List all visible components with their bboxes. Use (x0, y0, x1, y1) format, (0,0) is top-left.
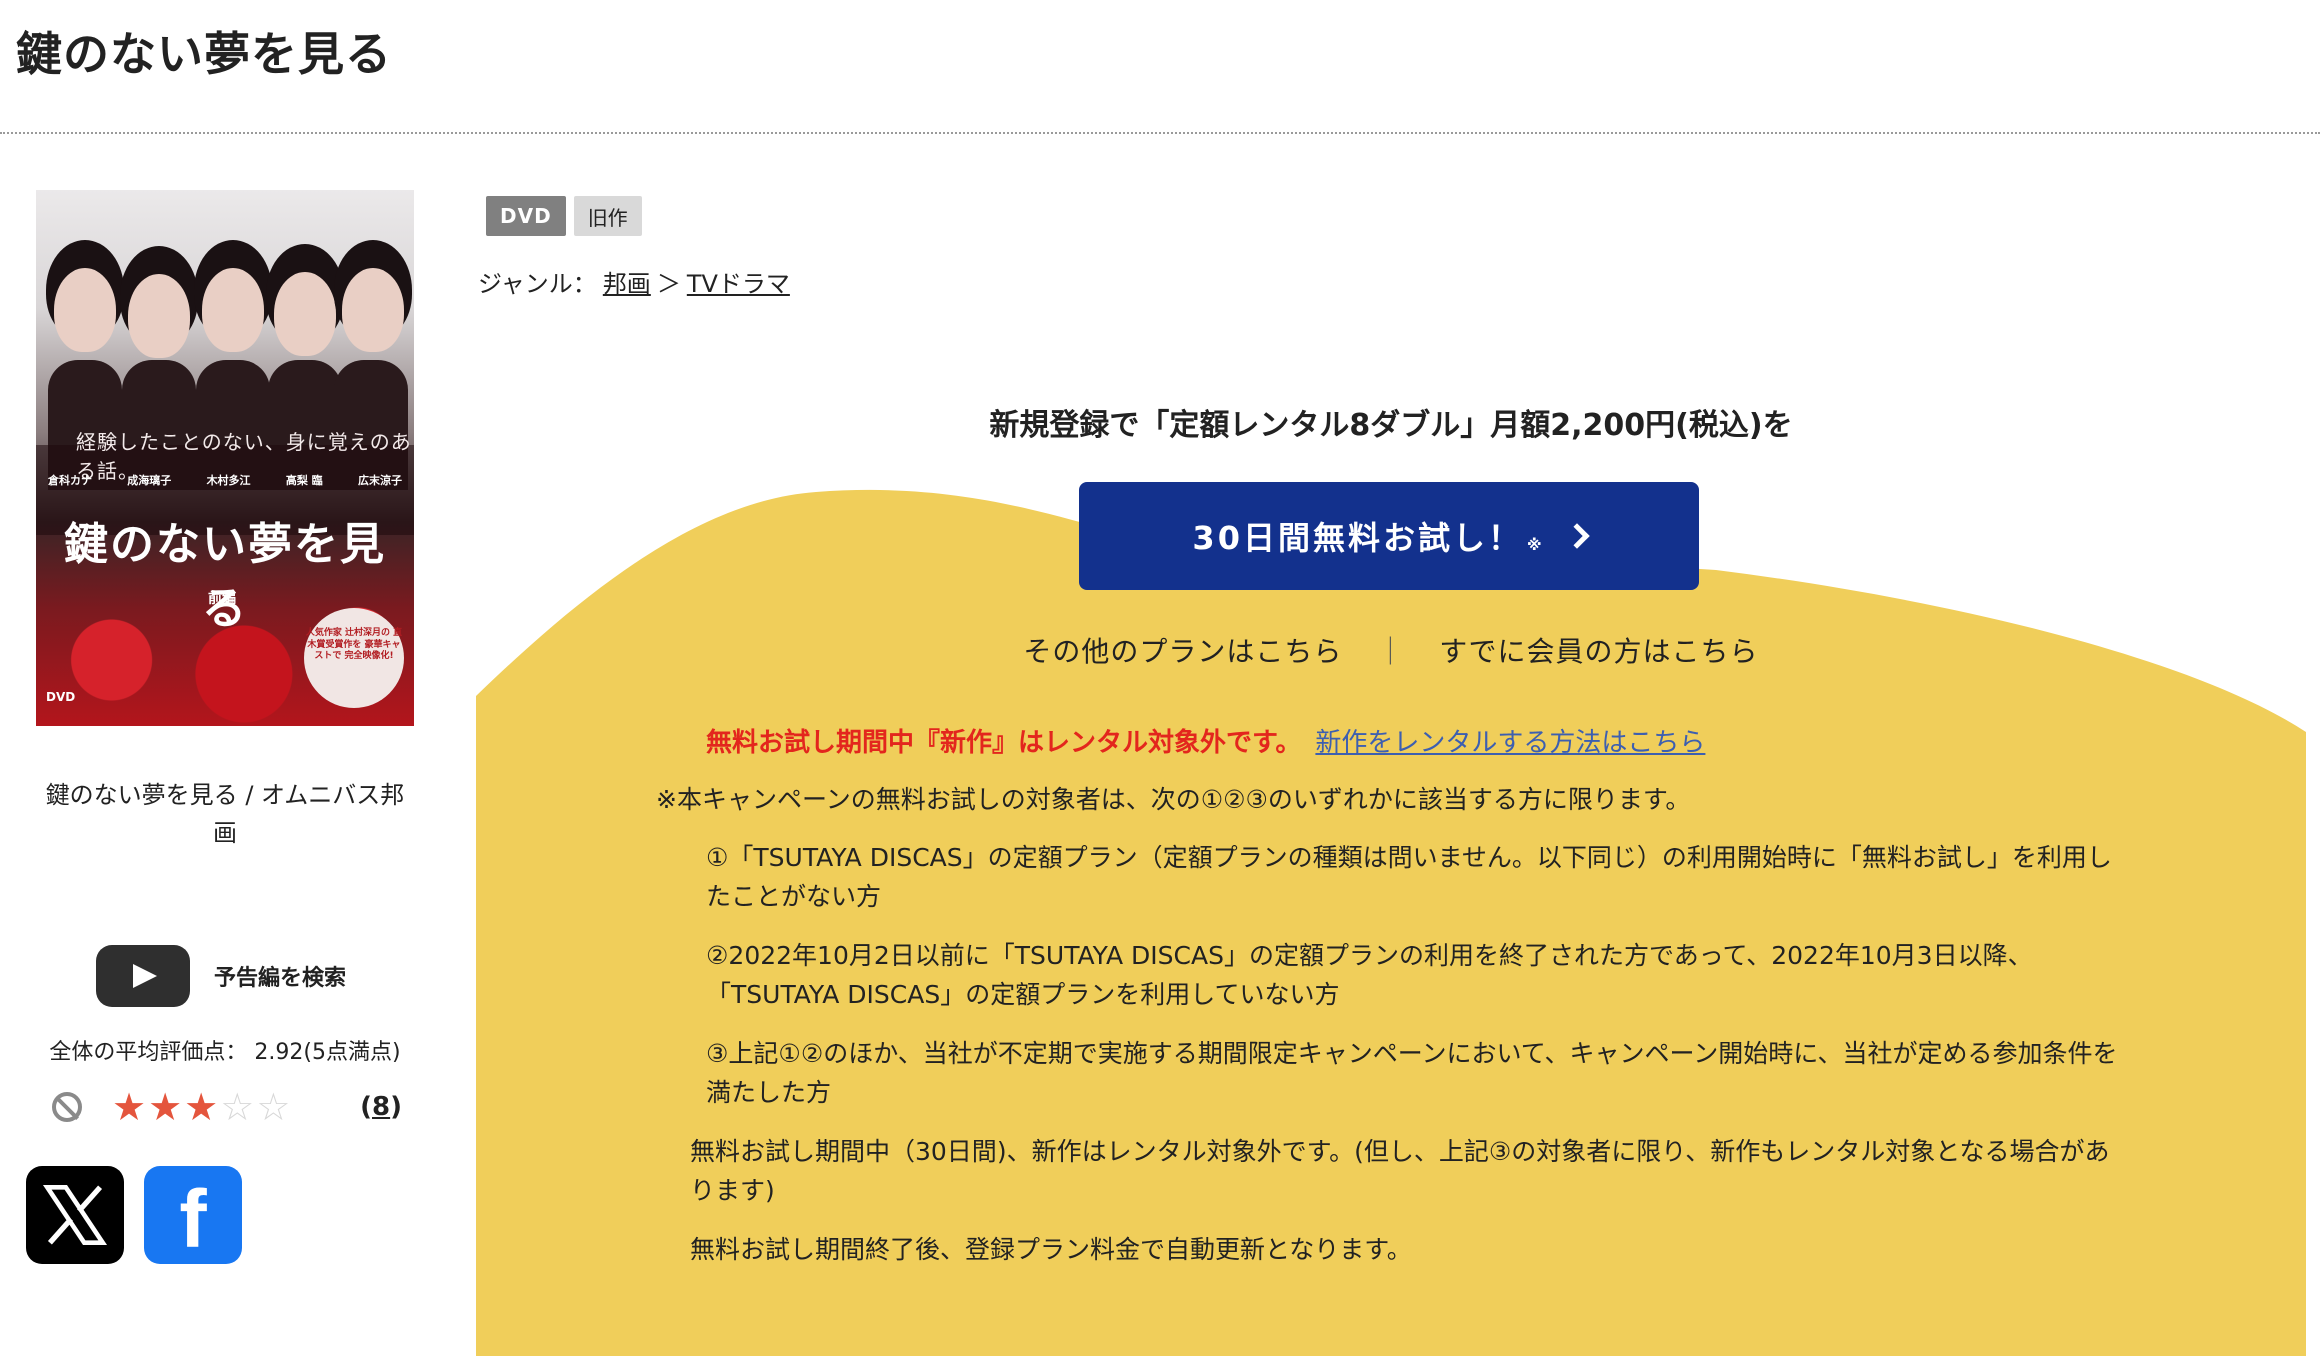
facebook-icon: f (179, 1174, 207, 1265)
eligibility-item-2: ②2022年10月2日以前に「TSUTAYA DISCAS」の定額プランの利用を… (706, 941, 2033, 1009)
share-facebook-button[interactable]: f (144, 1166, 242, 1265)
badge-row: DVD 旧作 (486, 196, 642, 236)
new-release-rental-link[interactable]: 新作をレンタルする方法はこちら (1315, 728, 1705, 758)
star-empty-icon[interactable]: ☆ (256, 1088, 290, 1126)
trailer-label: 予告編を検索 (214, 966, 347, 991)
genre-label: ジャンル： (478, 270, 597, 298)
dvd-jacket-image[interactable]: 経験したことのない、身に覚えのある話。 倉科カナ 成海璃子 木村多江 高梨 臨広末涼子… (36, 190, 414, 726)
share-x-button[interactable] (26, 1166, 124, 1264)
star-icon[interactable]: ★ (148, 1088, 182, 1126)
plan-links: その他のプランはこちら ｜ すでに会員の方はこちら (1023, 635, 1759, 668)
rating-row: ★ ★ ★ ☆ ☆ (8) (52, 1082, 412, 1132)
review-count-link[interactable]: (8) (360, 1092, 402, 1122)
eligibility-item-3: ③上記①②のほか、当社が不定期で実施する期間限定キャンペーンにおいて、キャンペー… (706, 1039, 2118, 1107)
member-login-link[interactable]: すでに会員の方はこちら (1439, 635, 1758, 668)
star-empty-icon[interactable]: ☆ (220, 1088, 254, 1126)
youtube-play-icon (96, 945, 190, 1007)
star-icon[interactable]: ★ (184, 1088, 218, 1126)
promo-heading: 新規登録で「定額レンタル8ダブル」月額2,200円(税込)を (989, 408, 1793, 443)
chevron-right-icon (1563, 523, 1590, 549)
genre-link-houga[interactable]: 邦画 (603, 264, 651, 299)
genre-link-tvdrama[interactable]: TVドラマ (687, 264, 790, 299)
format-badge: DVD (486, 196, 566, 236)
jacket-cast-photo (36, 268, 414, 490)
title-divider (0, 132, 2320, 134)
jacket-dvd-logo: DVD (46, 690, 76, 704)
star-icon[interactable]: ★ (112, 1088, 146, 1126)
free-trial-button[interactable]: 30日間無料お試し！ ※ (1079, 482, 1699, 590)
new-release-warning: 無料お試し期間中『新作』はレンタル対象外です。 新作をレンタルする方法はこちら (706, 728, 1706, 758)
campaign-eligibility-note: ※本キャンペーンの無料お試しの対象者は、次の①②③のいずれかに該当する方に限りま… (656, 785, 1691, 814)
no-rating-icon[interactable] (52, 1092, 82, 1122)
trailer-search-button[interactable]: 予告編を検索 (96, 945, 346, 1007)
auto-renewal-note: 無料お試し期間終了後、登録プラン料金で自動更新となります。 (690, 1235, 1412, 1264)
average-rating: 全体の平均評価点： 2.92(5点満点) (49, 1040, 401, 1065)
genre-breadcrumb: ジャンル： 邦画 ＞ TVドラマ (478, 264, 790, 299)
eligibility-item-1: ①「TSUTAYA DISCAS」の定額プラン（定額プランの種類は問いません。以… (706, 843, 2112, 911)
x-logo-icon (42, 1184, 108, 1246)
rating-stars[interactable]: ★ ★ ★ ☆ ☆ (112, 1088, 290, 1126)
jacket-award-seal: 人気作家 辻村深月の 直木賞受賞作を 豪華キャストで 完全映像化! (304, 608, 404, 708)
jacket-cast-names: 倉科カナ 成海璃子 木村多江 高梨 臨広末涼子 (48, 474, 402, 487)
product-caption: 鍵のない夢を見る / オムニバス邦画 (45, 781, 405, 847)
status-badge: 旧作 (573, 196, 642, 236)
trial-new-release-note: 無料お試し期間中（30日間)、新作はレンタル対象外です。(但し、上記③の対象者に… (690, 1137, 2110, 1205)
other-plans-link[interactable]: その他のプランはこちら (1023, 635, 1342, 668)
jacket-subtitle: 前編 (208, 591, 236, 607)
breadcrumb-separator: ＞ (656, 270, 681, 298)
page-title: 鍵のない夢を見る (16, 27, 392, 81)
